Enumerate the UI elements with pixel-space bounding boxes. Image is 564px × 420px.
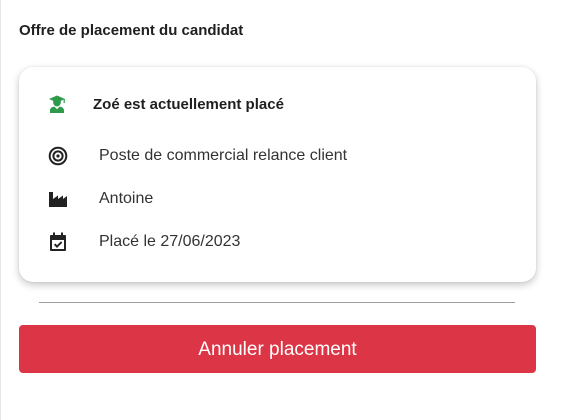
cancel-placement-button[interactable]: Annuler placement bbox=[19, 325, 536, 373]
section-title: Offre de placement du candidat bbox=[19, 22, 244, 39]
job-title-text: Poste de commercial relance client bbox=[99, 147, 348, 164]
placement-date-text: Placé le 27/06/2023 bbox=[99, 233, 241, 250]
placement-status-text: Zoé est actuellement placé bbox=[93, 96, 284, 113]
placement-panel: Offre de placement du candidat Zoé est a… bbox=[0, 0, 564, 420]
date-row: Placé le 27/06/2023 bbox=[19, 230, 536, 254]
placement-card: Zoé est actuellement placé Poste de comm… bbox=[19, 67, 536, 282]
divider bbox=[39, 302, 515, 303]
graduate-person-icon bbox=[47, 94, 67, 114]
target-icon bbox=[48, 146, 68, 166]
company-row: Antoine bbox=[19, 187, 536, 211]
job-row: Poste de commercial relance client bbox=[19, 144, 536, 168]
calendar-check-icon bbox=[48, 232, 68, 252]
placement-status-row: Zoé est actuellement placé bbox=[19, 93, 536, 117]
factory-icon bbox=[48, 189, 68, 209]
company-name-text: Antoine bbox=[99, 190, 154, 207]
